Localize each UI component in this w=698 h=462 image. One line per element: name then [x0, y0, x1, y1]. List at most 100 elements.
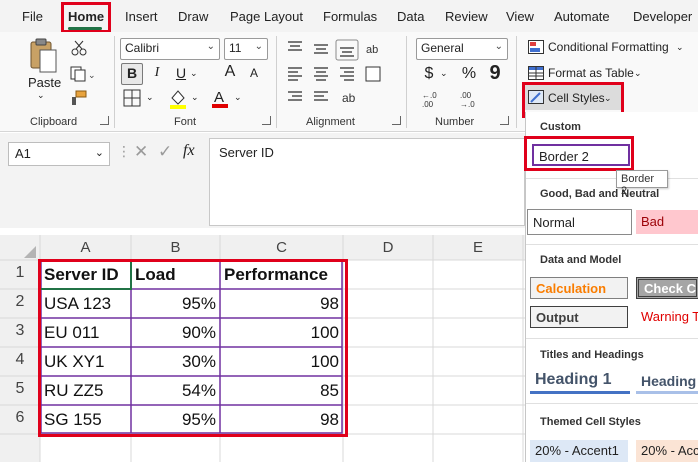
percent-button[interactable]: % [460, 65, 478, 83]
underline-button[interactable]: U [172, 65, 190, 81]
style-bad[interactable]: Bad [636, 210, 698, 234]
row-header-1[interactable]: 1 [0, 264, 40, 282]
currency-button[interactable]: $ [422, 65, 436, 83]
menu-formulas[interactable]: Formulas [323, 9, 377, 24]
fill-color-icon[interactable] [168, 88, 188, 110]
conditional-formatting-button[interactable]: Conditional Formatting [548, 40, 669, 54]
format-as-table-icon[interactable] [528, 66, 544, 80]
name-box[interactable]: A1 ⌄ [8, 142, 110, 166]
row-header-3[interactable]: 3 [0, 322, 40, 340]
divider [526, 244, 698, 245]
paste-icon[interactable] [28, 38, 58, 74]
style-heading-2[interactable]: Heading 2 [636, 371, 698, 394]
style-20-accent1[interactable]: 20% - Accent1 [530, 440, 628, 462]
formula-content: Server ID [219, 145, 274, 160]
clipboard-launcher-icon[interactable] [100, 116, 109, 125]
shrink-font-button[interactable]: A [246, 66, 262, 80]
formula-input[interactable]: Server ID [209, 138, 525, 226]
column-header-e[interactable]: E [433, 235, 523, 260]
comma-style-button[interactable]: 9 [488, 62, 502, 85]
cancel-icon[interactable]: ✕ [134, 142, 148, 162]
svg-text:⌄: ⌄ [88, 70, 96, 80]
divider [526, 403, 698, 404]
chevron-down-icon[interactable]: ⌄ [634, 68, 642, 79]
number-group-label: Number [435, 116, 475, 128]
column-header-b[interactable]: B [131, 235, 220, 260]
menu-bar: File Home Insert Draw Page Layout Formul… [0, 0, 698, 33]
menu-review[interactable]: Review [445, 9, 488, 24]
decimal-buttons[interactable]: ←.0.00 .00 →.0 [420, 89, 500, 109]
alignment-group-label: Alignment [306, 116, 355, 128]
style-normal[interactable]: Normal [527, 209, 632, 235]
svg-text:←.0: ←.0 [422, 91, 437, 100]
paste-label[interactable]: Paste [28, 75, 61, 90]
number-launcher-icon[interactable] [500, 116, 509, 125]
style-20-accent2[interactable]: 20% - Accent2 [636, 440, 698, 462]
conditional-formatting-icon[interactable] [528, 40, 544, 54]
cut-icon[interactable] [70, 40, 88, 56]
paste-dropdown-icon[interactable]: ⌄ [37, 90, 45, 101]
insert-function-button[interactable]: fx [183, 142, 195, 160]
style-heading-1-label: Heading 1 [535, 371, 612, 388]
good-bad-neutral-heading: Good, Bad and Neutral [540, 188, 660, 200]
font-size-select[interactable]: 11 ⌄ [224, 38, 268, 60]
row-header-5[interactable]: 5 [0, 380, 40, 398]
menu-view[interactable]: View [506, 9, 534, 24]
style-heading-1[interactable]: Heading 1 [530, 370, 630, 394]
borders-dropdown-icon[interactable]: ⌄ [146, 92, 154, 103]
more-options-icon[interactable]: ⋮ [117, 143, 131, 160]
borders-icon[interactable] [123, 89, 141, 107]
italic-button[interactable]: I [148, 65, 166, 81]
divider [526, 338, 698, 339]
home-highlight-box [61, 2, 111, 33]
style-warning-text[interactable]: Warning Text [636, 306, 698, 328]
style-warning-text-label: Warning Text [641, 309, 698, 324]
alignment-launcher-icon[interactable] [392, 116, 401, 125]
copy-icon[interactable]: ⌄ [70, 66, 96, 82]
column-header-d[interactable]: D [343, 235, 433, 260]
font-color-dropdown-icon[interactable]: ⌄ [234, 92, 242, 103]
font-launcher-icon[interactable] [262, 116, 271, 125]
divider [516, 36, 517, 128]
column-header-c[interactable]: C [220, 235, 343, 260]
style-check-cell[interactable]: Check Cell [636, 277, 698, 299]
spreadsheet-grid: A B C D E 1 2 3 4 5 6 Server ID Load Per… [0, 228, 525, 462]
menu-file[interactable]: File [22, 9, 43, 24]
tooltip: Border 2 [616, 170, 668, 197]
svg-text:ab: ab [342, 91, 356, 105]
column-header-a[interactable]: A [40, 235, 131, 260]
format-painter-icon[interactable] [70, 90, 88, 106]
row-header-6[interactable]: 6 [0, 409, 40, 427]
divider [276, 36, 277, 128]
menu-developer[interactable]: Developer [633, 9, 692, 24]
number-format-select[interactable]: General ⌄ [416, 38, 508, 60]
style-check-cell-label: Check Cell [644, 281, 697, 296]
chevron-down-icon[interactable]: ⌄ [676, 42, 684, 53]
menu-insert[interactable]: Insert [125, 9, 158, 24]
chevron-down-icon[interactable]: ⌄ [95, 146, 104, 159]
name-box-value: A1 [15, 146, 31, 161]
row-header-2[interactable]: 2 [0, 293, 40, 311]
menu-page-layout[interactable]: Page Layout [230, 9, 303, 24]
underline-dropdown-icon[interactable]: ⌄ [190, 68, 198, 79]
themed-cell-styles-heading: Themed Cell Styles [540, 416, 641, 428]
font-name-select[interactable]: Calibri ⌄ [120, 38, 220, 60]
format-as-table-button[interactable]: Format as Table [548, 66, 634, 80]
enter-icon[interactable]: ✓ [158, 142, 172, 162]
style-output[interactable]: Output [530, 306, 628, 328]
chevron-down-icon: ⌄ [206, 41, 215, 52]
bold-button[interactable]: B [121, 65, 143, 81]
alignment-middle-row [286, 64, 386, 84]
fill-color-dropdown-icon[interactable]: ⌄ [191, 92, 199, 103]
currency-dropdown-icon[interactable]: ⌄ [440, 68, 448, 79]
style-calculation[interactable]: Calculation [530, 277, 628, 299]
custom-heading: Custom [540, 121, 581, 133]
divider [114, 36, 115, 128]
menu-draw[interactable]: Draw [178, 9, 208, 24]
data-and-model-heading: Data and Model [540, 254, 622, 266]
grow-font-button[interactable]: A [220, 63, 240, 81]
menu-data[interactable]: Data [397, 9, 424, 24]
row-header-4[interactable]: 4 [0, 351, 40, 369]
menu-automate[interactable]: Automate [554, 9, 610, 24]
font-color-icon[interactable]: A [210, 87, 230, 109]
